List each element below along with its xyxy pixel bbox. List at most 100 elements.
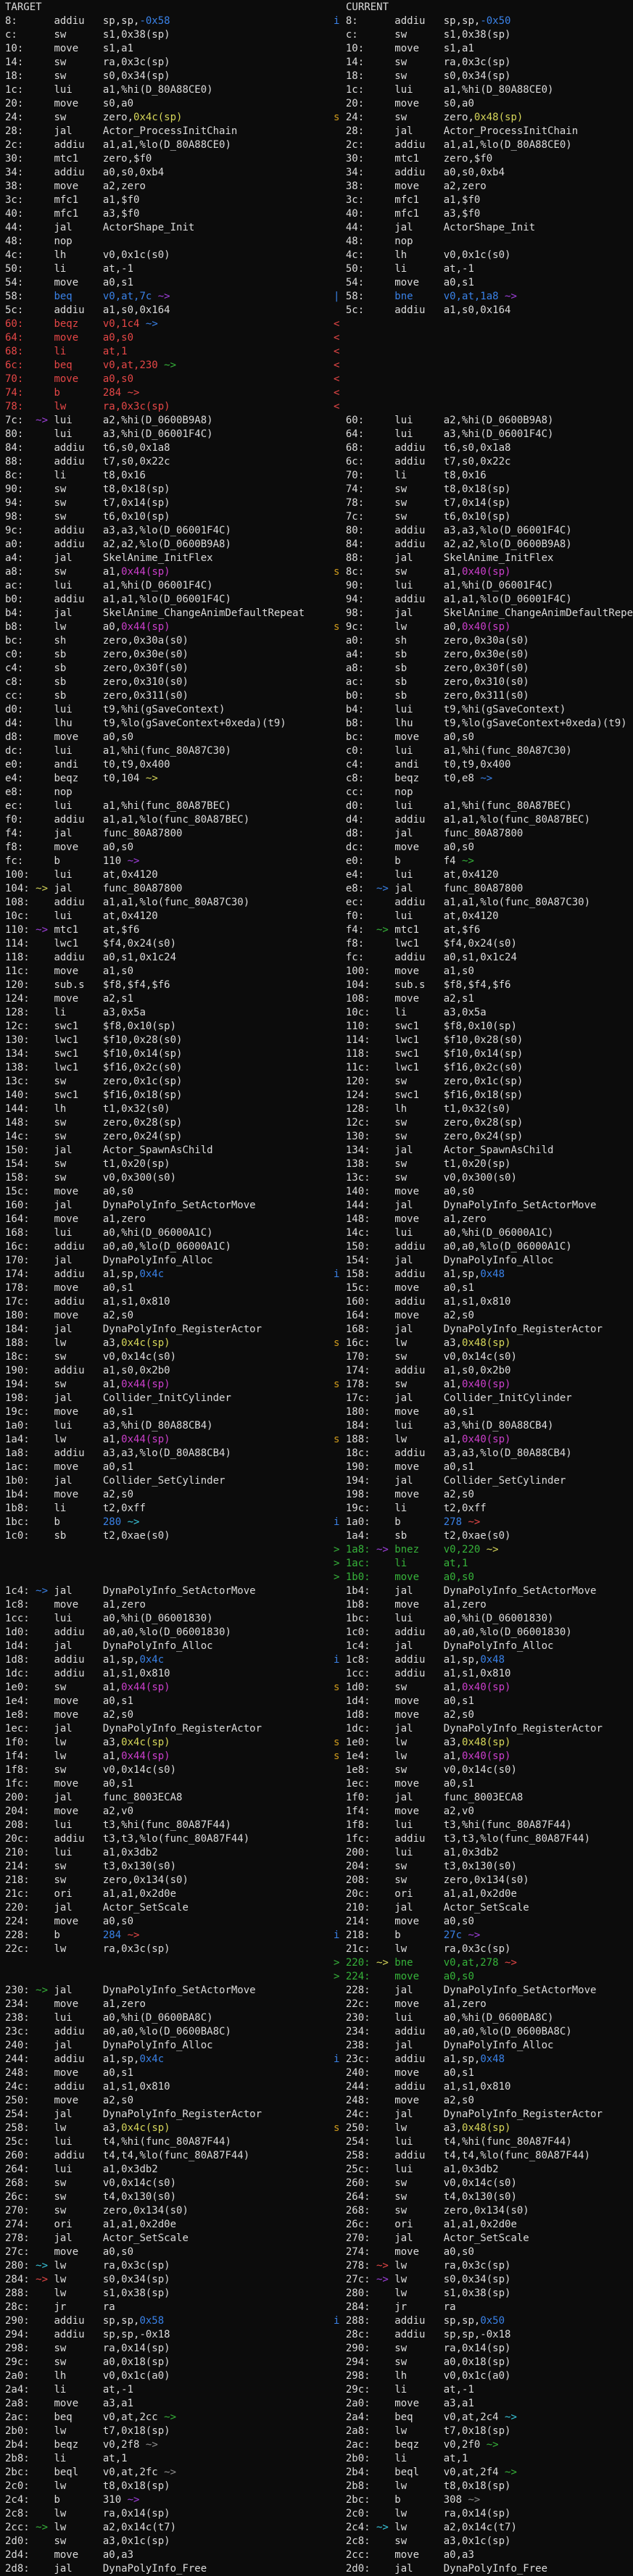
asm-line: 80: addiu a3,a3,%lo(D_06001F4C) [334,525,572,536]
asm-line: 30: mtc1 zero,$f0 [334,153,492,165]
current-column: CURRENT i 8: addiu sp,sp,-0x50 c: sw s1,… [322,1,633,2576]
asm-line: 1e8: move a2,s0 [5,1709,133,1721]
asm-line: 108: move a2,s1 [334,993,474,1005]
asm-line: 7c: sw t6,0x10(sp) [334,511,510,523]
asm-line: 258: addiu t4,t4,%lo(func_80A87F44) [334,2150,590,2161]
asm-line: a0: addiu a2,a2,%lo(D_0600B9A8) [5,539,231,550]
asm-line: 278: ~> lw ra,0x3c(sp) [334,2260,510,2272]
asm-line: 270: sw zero,0x134(s0) [5,2205,189,2216]
asm-line: 2b8: li at,1 [5,2453,128,2464]
asm-line: 2bc: b 308 ~> [334,2494,480,2506]
asm-line: 8c: li t8,0x16 [5,470,146,481]
asm-line: 8: addiu sp,sp,-0x58 [5,15,170,27]
asm-line: 118: addiu a0,s1,0x1c24 [5,952,176,963]
asm-line: 26c: ori a1,a1,0x2d0e [334,2219,517,2230]
asm-line: 1f0: jal func_8003ECA8 [334,1792,523,1803]
asm-line: 2c4: b 310 ~> [5,2494,139,2506]
asm-line: f4: jal func_80A87800 [5,828,182,839]
asm-line: 22c: move a1,zero [334,1998,487,2010]
asm-line: 144: jal DynaPolyInfo_SetActorMove [334,1200,596,1211]
asm-line: 2d0: sw a3,0x1c(sp) [5,2535,170,2547]
asm-line: s 1e4: lw a1,0x40(sp) [334,1750,510,1762]
asm-line: dc: move a0,s0 [334,842,474,853]
asm-line: i 218: b 27c ~> [334,1929,480,1941]
asm-line: dc: lui a1,%hi(func_80A87C30) [5,745,231,757]
asm-line: 274: ori a1,a1,0x2d0e [5,2219,176,2230]
asm-line: 1ec: move a0,s1 [334,1778,474,1790]
asm-line: 204: sw t3,0x130(s0) [334,1861,517,1872]
asm-line: 2a0: lh v0,0x1c(a0) [5,2370,170,2382]
asm-line: 2c: addiu a1,a1,%lo(D_80A88CE0) [334,139,572,151]
asm-line: > 224: move a0,s0 [334,1971,474,1982]
asm-line: 34: addiu a0,s0,0xb4 [5,167,164,178]
asm-line: 54: move a0,s1 [5,277,133,288]
asm-line: 198: jal Collider_InitCylinder [5,1392,231,1404]
asm-line: 1ec: jal DynaPolyInfo_RegisterActor [5,1723,262,1734]
asm-line: 84: addiu t6,s0,0x1a8 [5,442,170,454]
asm-line: 20c: addiu t3,t3,%lo(func_80A87F44) [5,1833,249,1845]
asm-line: 10c: lui at,0x4120 [5,910,158,922]
asm-line: 168: lui a0,%hi(D_06000A1C) [5,1227,213,1239]
asm-line: 274: move a0,s0 [334,2246,474,2258]
asm-line: 74: sw t8,0x18(sp) [334,483,510,495]
asm-line: 240: jal DynaPolyInfo_Alloc [5,2040,213,2051]
asm-line: 54: move a0,s1 [334,277,474,288]
asm-line: d0: lui a1,%hi(func_80A87BEC) [334,800,572,812]
asm-line: 1f8: sw v0,0x14c(s0) [5,1764,176,1776]
asm-line: cc: sb zero,0x311(s0) [5,690,189,702]
asm-line: 3c: mfc1 a1,$f0 [5,194,139,206]
asm-line: 25c: lui t4,%hi(func_80A87F44) [5,2136,231,2148]
asm-line: 11c: lwc1 $f16,0x2c(s0) [334,1062,523,1073]
asm-line: < [334,332,339,344]
asm-line: 270: jal Actor_SetScale [334,2232,529,2244]
asm-line: 24c: addiu a1,s1,0x810 [5,2081,170,2093]
asm-line: s 16c: lw a3,0x48(sp) [334,1337,510,1349]
asm-line: 1fc: move a0,s1 [5,1778,133,1790]
asm-line: 11c: move a1,s0 [5,965,133,977]
asm-line: i 1a0: b 278 ~> [334,1516,480,1528]
asm-line: 108: addiu a1,a1,%lo(func_80A87C30) [5,897,249,908]
asm-line: s 188: lw a1,0x40(sp) [334,1434,510,1445]
asm-diff-view: TARGET 8: addiu sp,sp,-0x58 c: sw s1,0x3… [0,0,633,2576]
asm-line: > 1a8: ~> bnez v0,220 ~> [334,1544,499,1555]
asm-line: 90: sw t8,0x18(sp) [5,483,170,495]
asm-line: 1b8: li t2,0xff [5,1503,146,1514]
asm-line: 28: jal Actor_ProcessInitChain [334,125,578,137]
asm-line: bc: move a0,s0 [334,731,474,743]
asm-line: 2c4: ~> lw a2,0x14c(t7) [334,2522,517,2533]
asm-line: b0: addiu a1,a1,%lo(D_06001F4C) [5,594,231,605]
asm-line: 288: lw s1,0x38(sp) [5,2288,170,2299]
asm-line: 1cc: lui a0,%hi(D_06001830) [5,1613,213,1624]
asm-line: 14: sw ra,0x3c(sp) [334,57,510,68]
asm-line: 20: move s0,a0 [5,98,133,109]
asm-line: 2ac: beq v0,at,2cc ~> [5,2411,176,2423]
asm-line: i 1c8: addiu a1,sp,0x48 [334,1654,505,1666]
asm-line: 290: sw ra,0x14(sp) [334,2343,510,2354]
asm-line: 128: lh t1,0x32(s0) [334,1103,510,1115]
asm-line: 1b4: jal DynaPolyInfo_SetActorMove [334,1585,596,1597]
asm-line: 2c8: sw a3,0x1c(sp) [334,2535,510,2547]
asm-line: 1fc: addiu t3,t3,%lo(func_80A87F44) [334,1833,590,1845]
asm-line: 6c: addiu t7,s0,0x22c [334,456,510,468]
asm-line: 5c: addiu a1,s0,0x164 [5,304,170,316]
asm-line: d8: move a0,s0 [5,731,133,743]
asm-line: 1c0: addiu a0,a0,%lo(D_06001830) [334,1626,572,1638]
asm-line: 200: jal func_8003ECA8 [5,1792,182,1803]
asm-line: 44: jal ActorShape_Init [5,222,194,233]
asm-line: 1b0: jal Collider_SetCylinder [5,1475,225,1487]
target-header: TARGET [5,1,42,13]
asm-line: 138: lwc1 $f16,0x2c(s0) [5,1062,182,1073]
asm-line: f8: move a0,s0 [5,842,133,853]
asm-line: 134: jal Actor_SpawnAsChild [334,1144,553,1156]
asm-line: i 23c: addiu a1,sp,0x48 [334,2053,505,2065]
asm-line: 284: jr ra [334,2301,456,2313]
asm-line: 12c: swc1 $f8,0x10(sp) [5,1021,176,1032]
asm-line: 144: lh t1,0x32(s0) [5,1103,170,1115]
asm-line: 258: lw a3,0x4c(sp) [5,2122,170,2134]
asm-line: 118: swc1 $f10,0x14(sp) [334,1048,523,1060]
asm-line: 98: sw t6,0x10(sp) [5,511,170,523]
asm-line: 94: addiu a1,a1,%lo(D_06001F4C) [334,594,572,605]
asm-line: c: sw s1,0x38(sp) [5,29,170,41]
asm-line: 1c: lui a1,%hi(D_80A88CE0) [334,84,553,96]
asm-line: 170: jal DynaPolyInfo_Alloc [5,1255,213,1266]
